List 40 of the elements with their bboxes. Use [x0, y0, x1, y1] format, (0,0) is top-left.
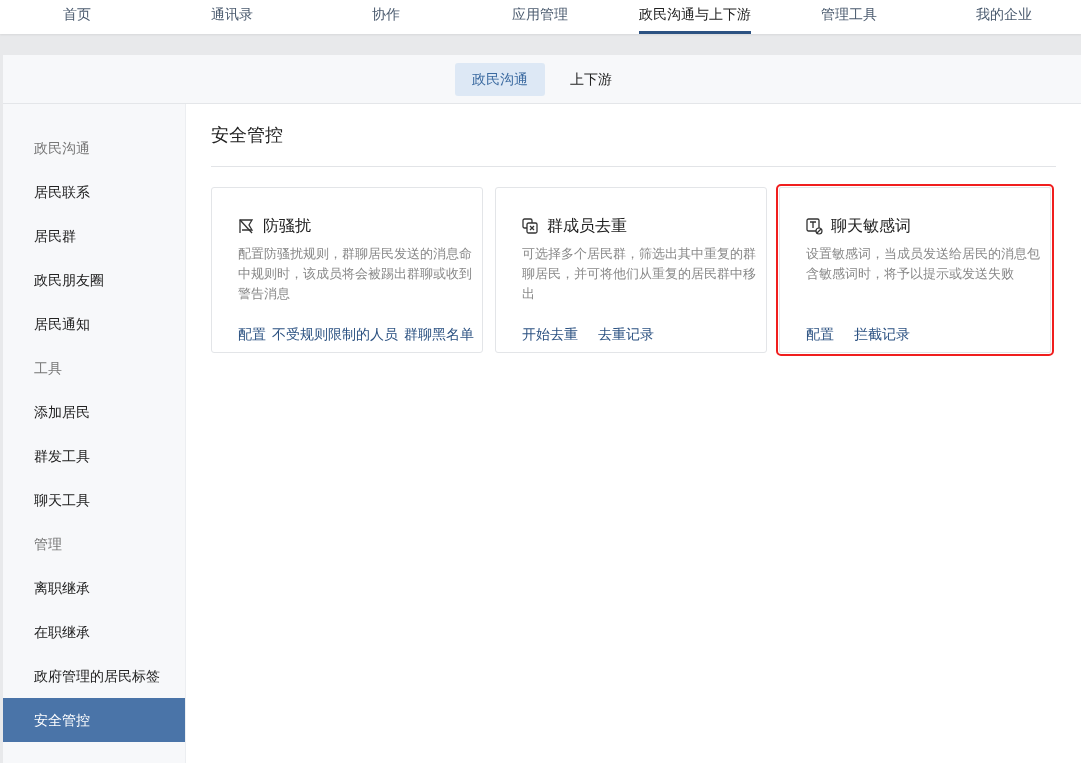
nav-tab[interactable]: 政民沟通与上下游 [617, 0, 773, 34]
copy-icon [522, 217, 539, 235]
nav-tab[interactable]: 应用管理 [463, 0, 618, 34]
card-description: 可选择多个居民群，筛选出其中重复的群聊居民，并可将他们从重复的居民群中移出 [522, 245, 757, 304]
sidebar-item[interactable]: 居民联系 [3, 170, 185, 214]
nav-tab[interactable]: 管理工具 [772, 0, 927, 34]
sub-tab[interactable]: 政民沟通 [455, 62, 545, 96]
sidebar-item[interactable]: 在职继承 [3, 610, 185, 654]
sidebar-item[interactable]: 聊天工具 [3, 478, 185, 522]
card-link[interactable]: 配置 [238, 324, 266, 345]
card-title: 防骚扰 [263, 215, 311, 237]
card-link[interactable]: 去重记录 [598, 324, 654, 345]
card-title: 聊天敏感词 [831, 215, 911, 237]
flag-icon [238, 217, 255, 235]
text-icon [806, 217, 823, 235]
card-title: 群成员去重 [547, 215, 627, 237]
sidebar-item[interactable]: 添加居民 [3, 390, 185, 434]
sidebar-item[interactable]: 离职继承 [3, 566, 185, 610]
sidebar-item[interactable]: 政民朋友圈 [3, 258, 185, 302]
card-description: 设置敏感词，当成员发送给居民的消息包含敏感词时，将予以提示或发送失败 [806, 245, 1041, 284]
card-link[interactable]: 群聊黑名单 [404, 324, 474, 345]
nav-tab[interactable]: 协作 [308, 0, 464, 34]
sidebar-heading: 政民沟通 [33, 139, 91, 158]
sidebar-item[interactable]: 居民群 [3, 214, 185, 258]
nav-tab[interactable]: 首页 [0, 0, 155, 34]
sidebar-heading: 管理 [33, 535, 63, 554]
card-description: 配置防骚扰规则，群聊居民发送的消息命中规则时，该成员将会被踢出群聊或收到警告消息 [238, 245, 473, 304]
page-title: 安全管控 [211, 121, 1056, 167]
card-link[interactable]: 配置 [806, 324, 834, 345]
sidebar-heading: 工具 [33, 359, 63, 378]
nav-tab[interactable]: 我的企业 [926, 0, 1081, 34]
card-link[interactable]: 开始去重 [522, 324, 578, 345]
sidebar-item[interactable]: 政府管理的居民标签 [3, 654, 185, 698]
card-link[interactable]: 拦截记录 [854, 324, 910, 345]
sidebar-item[interactable]: 群发工具 [3, 434, 185, 478]
card-link[interactable]: 不受规则限制的人员 [272, 324, 398, 345]
sidebar-item[interactable]: 居民通知 [3, 302, 185, 346]
sidebar-item[interactable]: 安全管控 [3, 698, 185, 742]
sub-tab[interactable]: 上下游 [553, 62, 629, 96]
nav-tab[interactable]: 通讯录 [154, 0, 309, 34]
